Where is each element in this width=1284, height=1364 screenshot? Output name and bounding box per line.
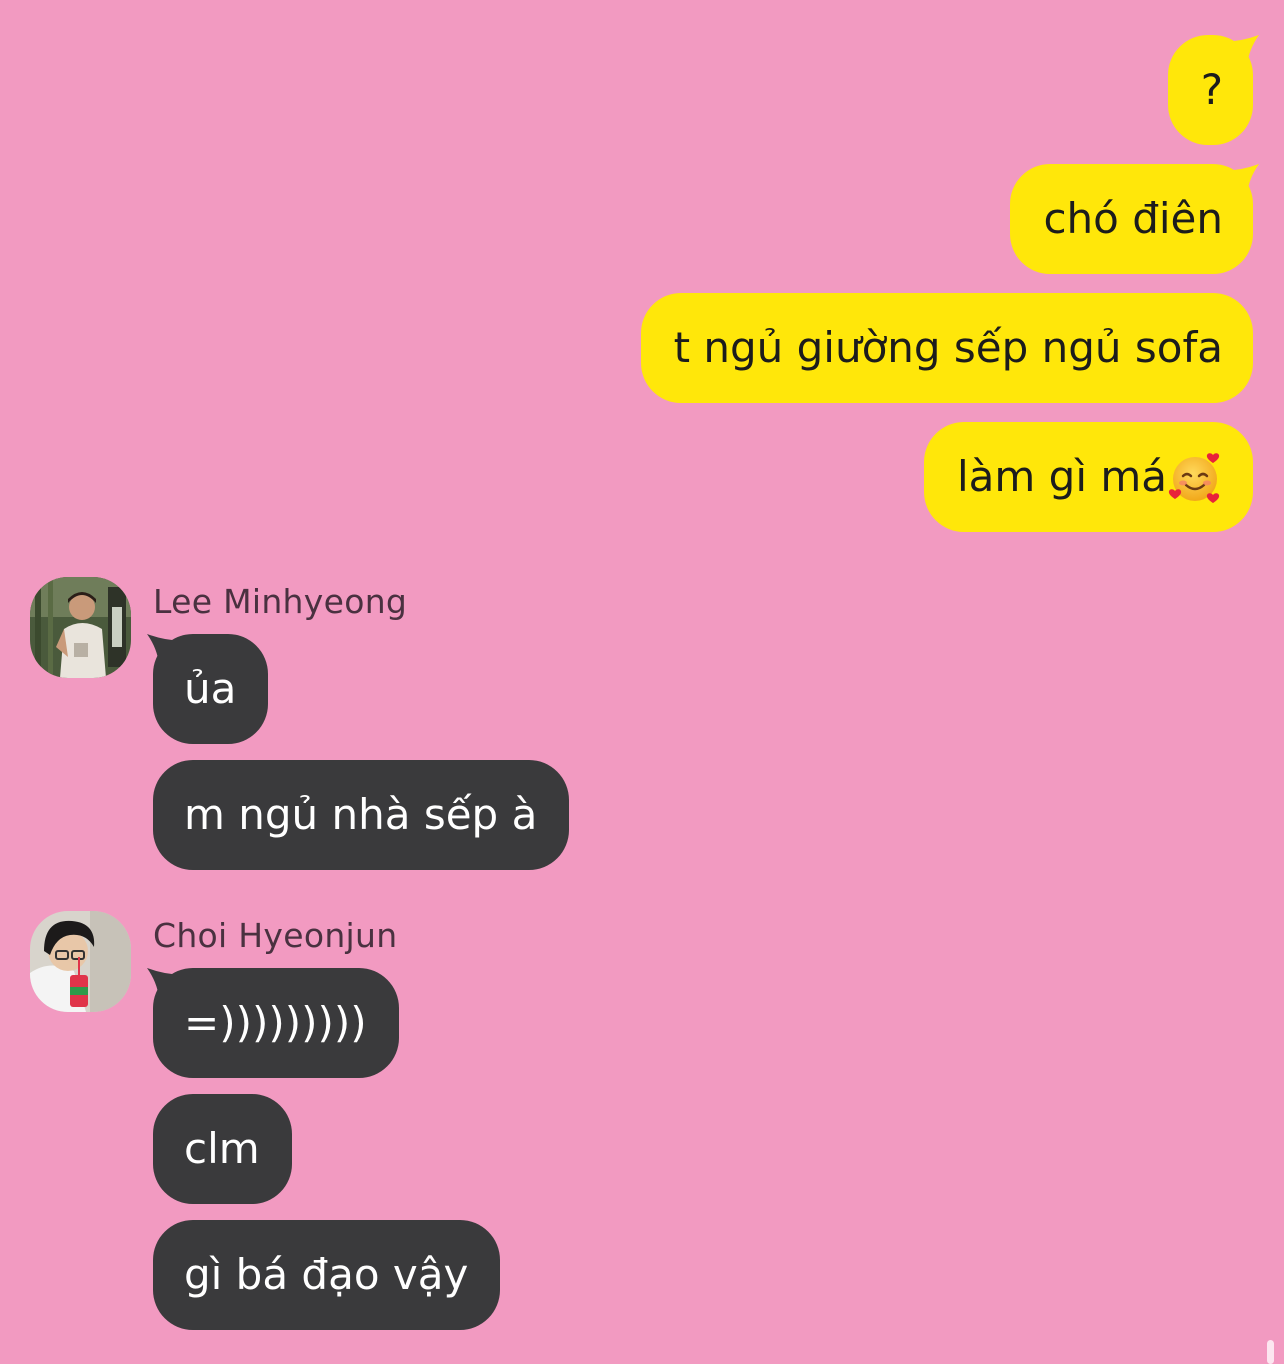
message-text: gì bá đạo vậy [184,1250,469,1299]
profile-photo [30,911,131,1012]
outgoing-message[interactable]: làm gì má [924,422,1253,532]
message-text: chó điên [1043,194,1223,243]
message-text: m ngủ nhà sếp à [184,790,538,839]
bubble-tail [147,968,187,998]
smiling-face-with-hearts-icon [1168,452,1220,503]
incoming-message[interactable]: clm [153,1094,292,1204]
scrollbar[interactable] [1267,1340,1274,1364]
bubble-tail [147,634,187,664]
chat-thread[interactable]: ? chó điên t ngủ giường sếp ngủ sofa làm… [0,0,1284,1364]
bubble-tail [1219,164,1259,194]
outgoing-message[interactable]: chó điên [1010,164,1253,274]
incoming-message[interactable]: gì bá đạo vậy [153,1220,501,1330]
message-text: clm [184,1124,260,1173]
profile-photo [30,577,131,678]
avatar[interactable] [30,911,131,1012]
avatar[interactable] [30,577,131,678]
message-text: làm gì má [957,452,1167,501]
message-text: =))))))))) [184,998,367,1047]
message-text: t ngủ giường sếp ngủ sofa [673,323,1223,372]
sender-name: Choi Hyeonjun [153,916,398,955]
incoming-message[interactable]: =))))))))) [153,968,399,1078]
sender-name: Lee Minhyeong [153,582,408,621]
message-text: ủa [184,664,237,713]
incoming-message[interactable]: m ngủ nhà sếp à [153,760,570,870]
bubble-tail [1219,35,1259,65]
outgoing-message[interactable]: t ngủ giường sếp ngủ sofa [640,293,1253,403]
